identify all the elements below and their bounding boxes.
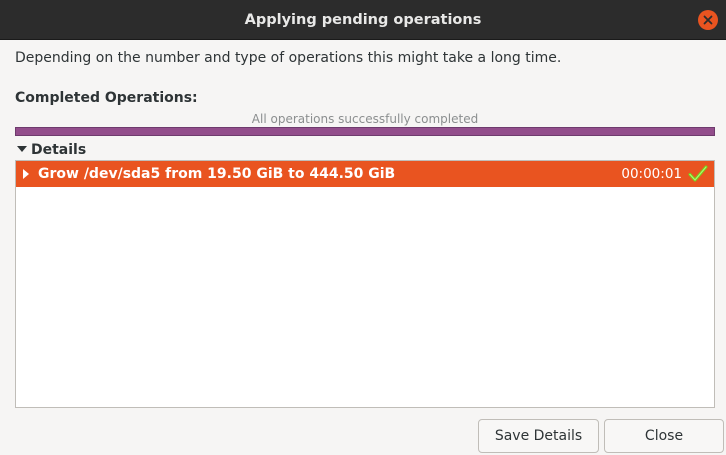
completed-operations-label: Completed Operations: (15, 90, 198, 106)
progress-text: All operations successfully completed (251, 112, 479, 126)
title-bar: Applying pending operations (0, 0, 726, 40)
details-expander[interactable]: Details (17, 142, 86, 158)
close-icon (703, 15, 713, 25)
dialog-window: Applying pending operations Depending on… (0, 0, 726, 455)
operation-time: 00:00:01 (621, 166, 682, 182)
progress-bar (15, 127, 715, 136)
triangle-down-icon (17, 146, 27, 152)
operations-list: Grow /dev/sda5 from 19.50 GiB to 444.50 … (15, 160, 715, 408)
operation-row[interactable]: Grow /dev/sda5 from 19.50 GiB to 444.50 … (16, 161, 714, 187)
close-button[interactable]: Close (604, 419, 724, 453)
operation-text: Grow /dev/sda5 from 19.50 GiB to 444.50 … (38, 166, 396, 182)
window-title: Applying pending operations (244, 12, 482, 28)
success-check-icon (688, 165, 708, 182)
details-expander-label: Details (31, 142, 87, 158)
progress-bar-fill (16, 128, 714, 135)
save-details-button[interactable]: Save Details (478, 419, 599, 453)
window-close-button[interactable] (698, 10, 718, 30)
triangle-right-icon[interactable] (23, 169, 29, 179)
dialog-description: Depending on the number and type of oper… (15, 50, 562, 66)
